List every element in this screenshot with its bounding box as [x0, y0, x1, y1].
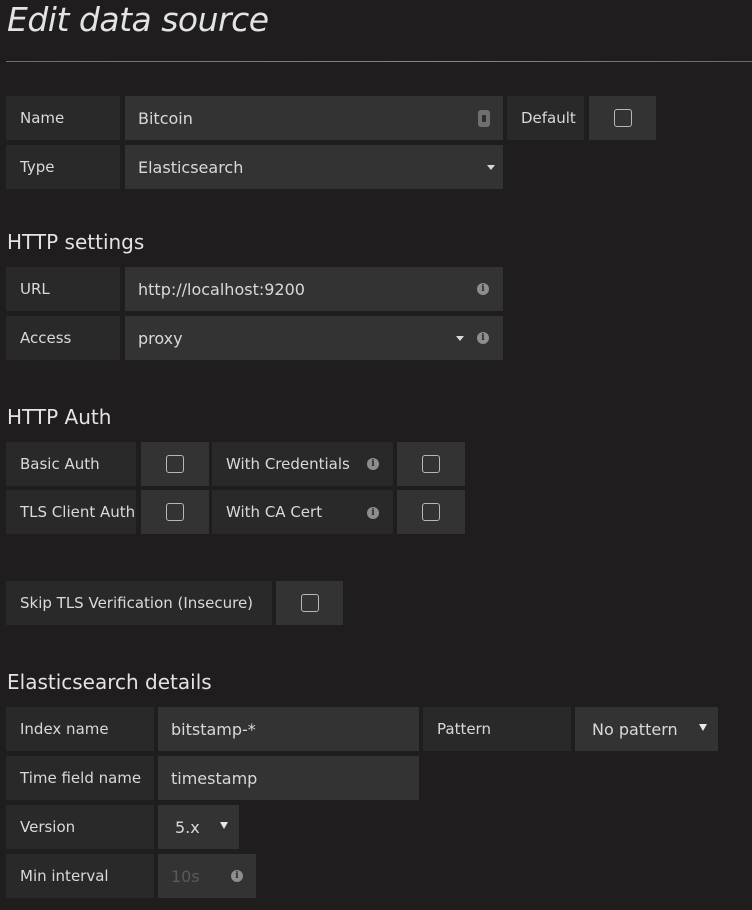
url-field[interactable]: i: [125, 267, 503, 311]
pattern-label: Pattern: [423, 707, 571, 751]
index-name-input[interactable]: [171, 719, 370, 739]
min-interval-field[interactable]: i: [158, 854, 256, 898]
default-checkbox-cell[interactable]: [589, 96, 656, 140]
chevron-down-icon: [456, 336, 464, 341]
basic-auth-checkbox[interactable]: [166, 455, 184, 473]
info-icon[interactable]: i: [231, 870, 243, 882]
tls-client-auth-checkbox-cell[interactable]: [141, 490, 209, 534]
url-label: URL: [6, 267, 120, 311]
default-checkbox[interactable]: [613, 109, 632, 127]
name-input[interactable]: [138, 108, 430, 128]
access-select-value: proxy: [138, 328, 183, 348]
index-name-field[interactable]: [158, 707, 419, 751]
default-label: Default: [507, 96, 584, 140]
basic-auth-label: Basic Auth: [6, 442, 136, 486]
skip-tls-checkbox[interactable]: [300, 594, 319, 612]
chevron-down-icon: [220, 822, 228, 829]
url-input[interactable]: [138, 279, 430, 299]
with-credentials-checkbox-cell[interactable]: [397, 442, 465, 486]
pattern-select[interactable]: No pattern: [575, 707, 718, 751]
basic-auth-checkbox-cell[interactable]: [141, 442, 209, 486]
info-icon[interactable]: i: [477, 283, 489, 295]
page-title: Edit data source: [7, 0, 269, 39]
skip-tls-checkbox-cell[interactable]: [276, 581, 343, 625]
tls-client-auth-checkbox[interactable]: [166, 503, 184, 521]
chevron-down-icon: [487, 165, 495, 170]
info-icon[interactable]: i: [477, 332, 489, 344]
elasticsearch-heading: Elasticsearch details: [7, 670, 212, 694]
name-label: Name: [6, 96, 120, 140]
time-field-label: Time field name: [6, 756, 154, 800]
tls-client-auth-label: TLS Client Auth: [6, 490, 136, 534]
info-icon[interactable]: i: [367, 507, 379, 519]
type-select[interactable]: Elasticsearch: [125, 145, 503, 189]
version-select-value: 5.x: [175, 817, 200, 837]
http-settings-heading: HTTP settings: [7, 230, 145, 254]
time-field-input[interactable]: [171, 768, 370, 788]
time-field-field[interactable]: [158, 756, 419, 800]
title-divider: [6, 61, 752, 62]
access-label: Access: [6, 316, 120, 360]
info-icon[interactable]: i: [367, 458, 379, 470]
pattern-select-value: No pattern: [592, 719, 678, 739]
version-select[interactable]: 5.x: [158, 805, 239, 849]
http-auth-heading: HTTP Auth: [7, 405, 112, 429]
min-interval-input[interactable]: [171, 866, 226, 886]
chevron-down-icon: [699, 724, 707, 731]
min-interval-label: Min interval: [6, 854, 154, 898]
with-ca-cert-checkbox[interactable]: [422, 503, 440, 521]
name-field[interactable]: [125, 96, 503, 140]
access-select[interactable]: proxy i: [125, 316, 503, 360]
with-credentials-label: With Credentials: [212, 442, 393, 486]
type-select-value: Elasticsearch: [138, 157, 244, 177]
with-credentials-checkbox[interactable]: [422, 455, 440, 473]
with-ca-cert-checkbox-cell[interactable]: [397, 490, 465, 534]
version-label: Version: [6, 805, 154, 849]
key-icon: [478, 110, 490, 127]
index-name-label: Index name: [6, 707, 154, 751]
with-ca-cert-text: With CA Cert: [226, 503, 323, 521]
type-label: Type: [6, 145, 120, 189]
with-credentials-text: With Credentials: [226, 455, 350, 473]
skip-tls-label: Skip TLS Verification (Insecure): [6, 581, 272, 625]
with-ca-cert-label: With CA Cert: [212, 490, 393, 534]
